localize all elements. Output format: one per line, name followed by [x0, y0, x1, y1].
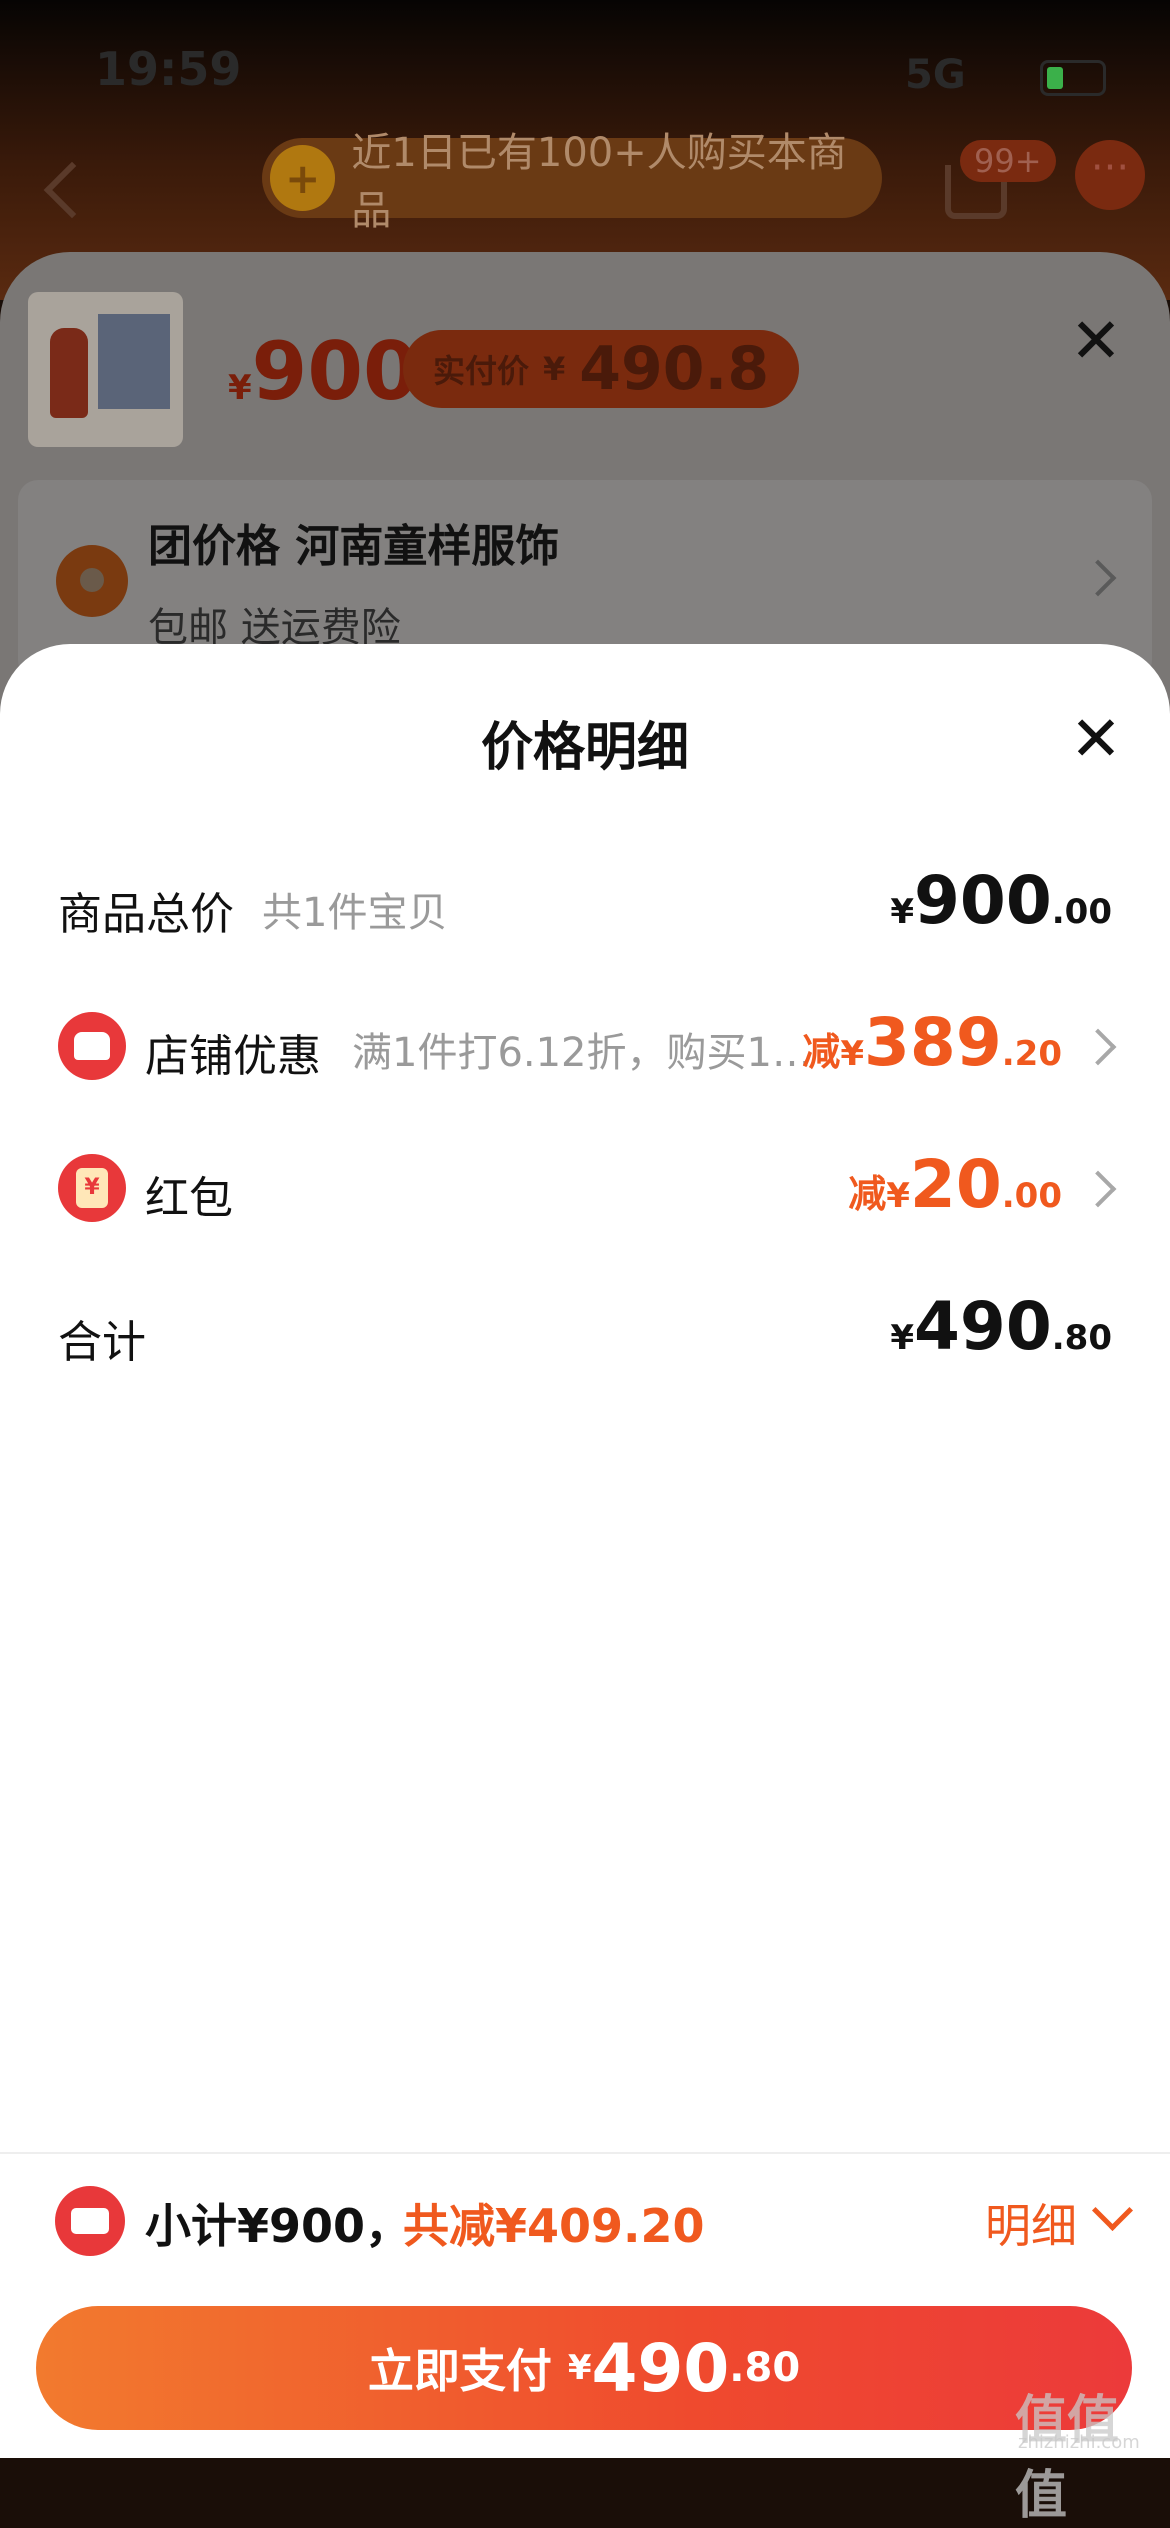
footer-divider — [0, 2152, 1170, 2154]
total-price-value: ¥900.00 — [890, 862, 1112, 939]
total-discount-text: 共减¥409.20 — [403, 2199, 705, 2253]
shop-icon — [58, 1012, 126, 1080]
sum-label: 合计 — [58, 1317, 146, 1368]
coupon-icon — [55, 2186, 125, 2256]
sum-value: ¥490.80 — [890, 1288, 1112, 1365]
purchase-count-banner: + 近1日已有100+人购买本商品 — [262, 130, 882, 234]
detail-toggle[interactable]: 明细 — [985, 2190, 1077, 2256]
more-icon[interactable]: ··· — [1075, 140, 1145, 210]
item-count: 共1件宝贝 — [262, 890, 448, 936]
location-icon-dot — [80, 568, 104, 592]
red-packet-icon: ¥ — [58, 1154, 126, 1222]
product-price: ¥900 — [228, 325, 419, 418]
subtotal-text: 小计¥900， — [145, 2199, 412, 2253]
watermark-url: zhizhizhi.com — [1018, 2432, 1140, 2453]
group-title: 团价格 河南童样服饰 — [148, 521, 560, 572]
total-price-label: 商品总价 — [58, 889, 234, 940]
pay-now-button[interactable]: 立即支付 ¥490.80 — [36, 2306, 1132, 2430]
gift-box-image — [98, 314, 170, 409]
shop-discount-desc: 满1件打6.12折，购买1件可优惠¥389.20 — [352, 1030, 812, 1076]
close-icon[interactable]: ✕ — [1070, 708, 1122, 770]
purchase-count-text: 近1日已有100+人购买本商品 — [351, 130, 847, 234]
watermark-logo: 值值值 — [1015, 2391, 1120, 2526]
sku-close-icon[interactable]: ✕ — [1070, 310, 1122, 372]
network-indicator: 5G — [905, 52, 966, 98]
shop-discount-label: 店铺优惠 — [145, 1031, 321, 1082]
sheet-title: 价格明细 — [480, 718, 689, 778]
status-time: 19:59 — [95, 42, 242, 96]
shopping-bag-icon: + — [270, 145, 336, 211]
paid-price-pill: 实付价 ¥490.8 — [403, 330, 800, 408]
cart-badge: 99+ — [960, 140, 1056, 182]
red-packet-value[interactable]: 减¥20.00 — [848, 1146, 1062, 1223]
bottle-image — [50, 328, 88, 418]
shop-discount-value[interactable]: 减¥389.20 — [802, 1004, 1062, 1081]
product-thumbnail — [28, 292, 183, 447]
battery-level — [1047, 67, 1063, 89]
red-packet-label: 红包 — [145, 1173, 233, 1224]
